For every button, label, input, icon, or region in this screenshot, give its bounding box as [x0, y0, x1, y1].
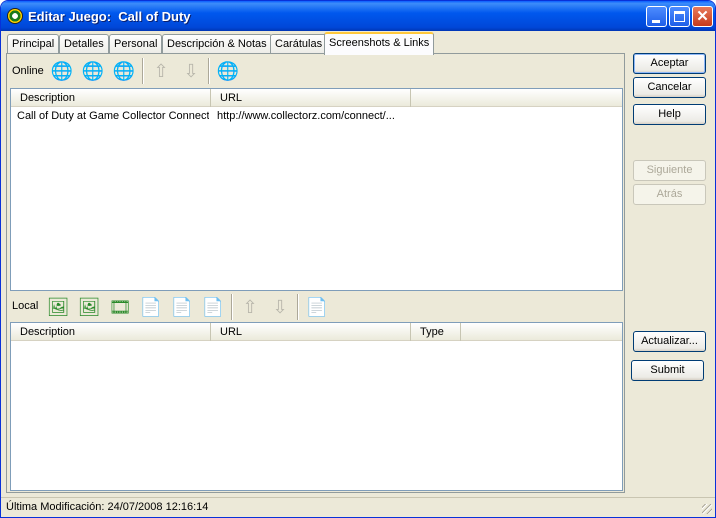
add-file-icon[interactable]: 📄	[138, 294, 164, 320]
status-bar: Última Modificación: 24/07/2008 12:16:14	[1, 497, 715, 517]
column-header-description[interactable]: Description	[11, 323, 211, 341]
tab-screenshots-links[interactable]: Screenshots & Links	[324, 32, 435, 55]
tab-caratulas[interactable]: Carátulas	[270, 34, 328, 54]
add-screenshot-icon[interactable]: 🖼	[45, 294, 71, 320]
row-description: Call of Duty at Game Collector Connect	[17, 110, 209, 122]
remove-file-icon[interactable]: 📄	[200, 294, 226, 320]
last-modified-status: Última Modificación: 24/07/2008 12:16:14	[6, 501, 209, 513]
actualizar-button[interactable]: Actualizar...	[633, 331, 706, 352]
minimize-button[interactable]	[646, 6, 667, 27]
column-header-type[interactable]: Type	[411, 323, 461, 341]
local-files-list[interactable]: Description URL Type	[10, 322, 623, 491]
tab-detalles[interactable]: Detalles	[59, 34, 109, 54]
online-links-list[interactable]: Description URL Call of Duty at Game Col…	[10, 88, 623, 291]
move-down-icon[interactable]: ⇩	[267, 294, 293, 320]
tab-personal[interactable]: Personal	[109, 34, 163, 54]
move-up-icon[interactable]: ⇧	[148, 58, 174, 84]
move-down-icon[interactable]: ⇩	[178, 58, 204, 84]
table-row[interactable]: Call of Duty at Game Collector Connect h…	[11, 108, 622, 124]
help-button[interactable]: Help	[633, 104, 706, 125]
edit-link-icon[interactable]: 🌐	[80, 58, 106, 84]
app-icon	[7, 8, 23, 24]
resize-grip-icon[interactable]	[702, 504, 712, 514]
column-header-url[interactable]: URL	[211, 89, 411, 107]
open-file-icon[interactable]: 📄	[304, 294, 330, 320]
toolbar-separator	[231, 294, 233, 320]
minimize-icon	[652, 20, 660, 23]
open-link-icon[interactable]: 🌐	[215, 58, 241, 84]
row-url: http://www.collectorz.com/connect/...	[217, 110, 395, 122]
cancelar-button[interactable]: Cancelar	[633, 77, 706, 98]
tab-descripcion-notas[interactable]: Descripción & Notas	[162, 34, 272, 54]
edit-game-window: Editar Juego: Call of Duty ✕ Principal D…	[0, 0, 716, 518]
column-header-description[interactable]: Description	[11, 89, 211, 107]
remove-link-icon[interactable]: 🌐	[111, 58, 137, 84]
toolbar-separator	[297, 294, 299, 320]
add-video-icon[interactable]: 🎞	[107, 294, 133, 320]
add-image-icon[interactable]: 🖼	[76, 294, 102, 320]
title-bar[interactable]: Editar Juego: Call of Duty ✕	[1, 1, 715, 31]
screenshots-links-panel: Online 🌐 🌐 🌐 ⇧ ⇩ 🌐 Description URL Call …	[6, 53, 625, 493]
add-link-icon[interactable]: 🌐	[49, 58, 75, 84]
maximize-button[interactable]	[669, 6, 690, 27]
tab-principal[interactable]: Principal	[7, 34, 60, 54]
maximize-icon	[674, 11, 685, 22]
edit-file-icon[interactable]: 📄	[169, 294, 195, 320]
aceptar-button[interactable]: Aceptar	[633, 53, 706, 74]
close-button[interactable]: ✕	[692, 6, 713, 27]
column-header-url[interactable]: URL	[211, 323, 411, 341]
move-up-icon[interactable]: ⇧	[237, 294, 263, 320]
submit-button[interactable]: Submit	[631, 360, 704, 381]
toolbar-separator	[142, 58, 144, 84]
local-list-header: Description URL Type	[11, 323, 622, 341]
atras-button[interactable]: Atrás	[633, 184, 706, 205]
siguiente-button[interactable]: Siguiente	[633, 160, 706, 181]
close-icon: ✕	[696, 8, 709, 25]
toolbar-separator	[208, 58, 210, 84]
local-label: Local	[12, 300, 39, 312]
window-title: Editar Juego: Call of Duty	[28, 9, 191, 24]
online-list-header: Description URL	[11, 89, 622, 107]
online-label: Online	[12, 65, 44, 77]
